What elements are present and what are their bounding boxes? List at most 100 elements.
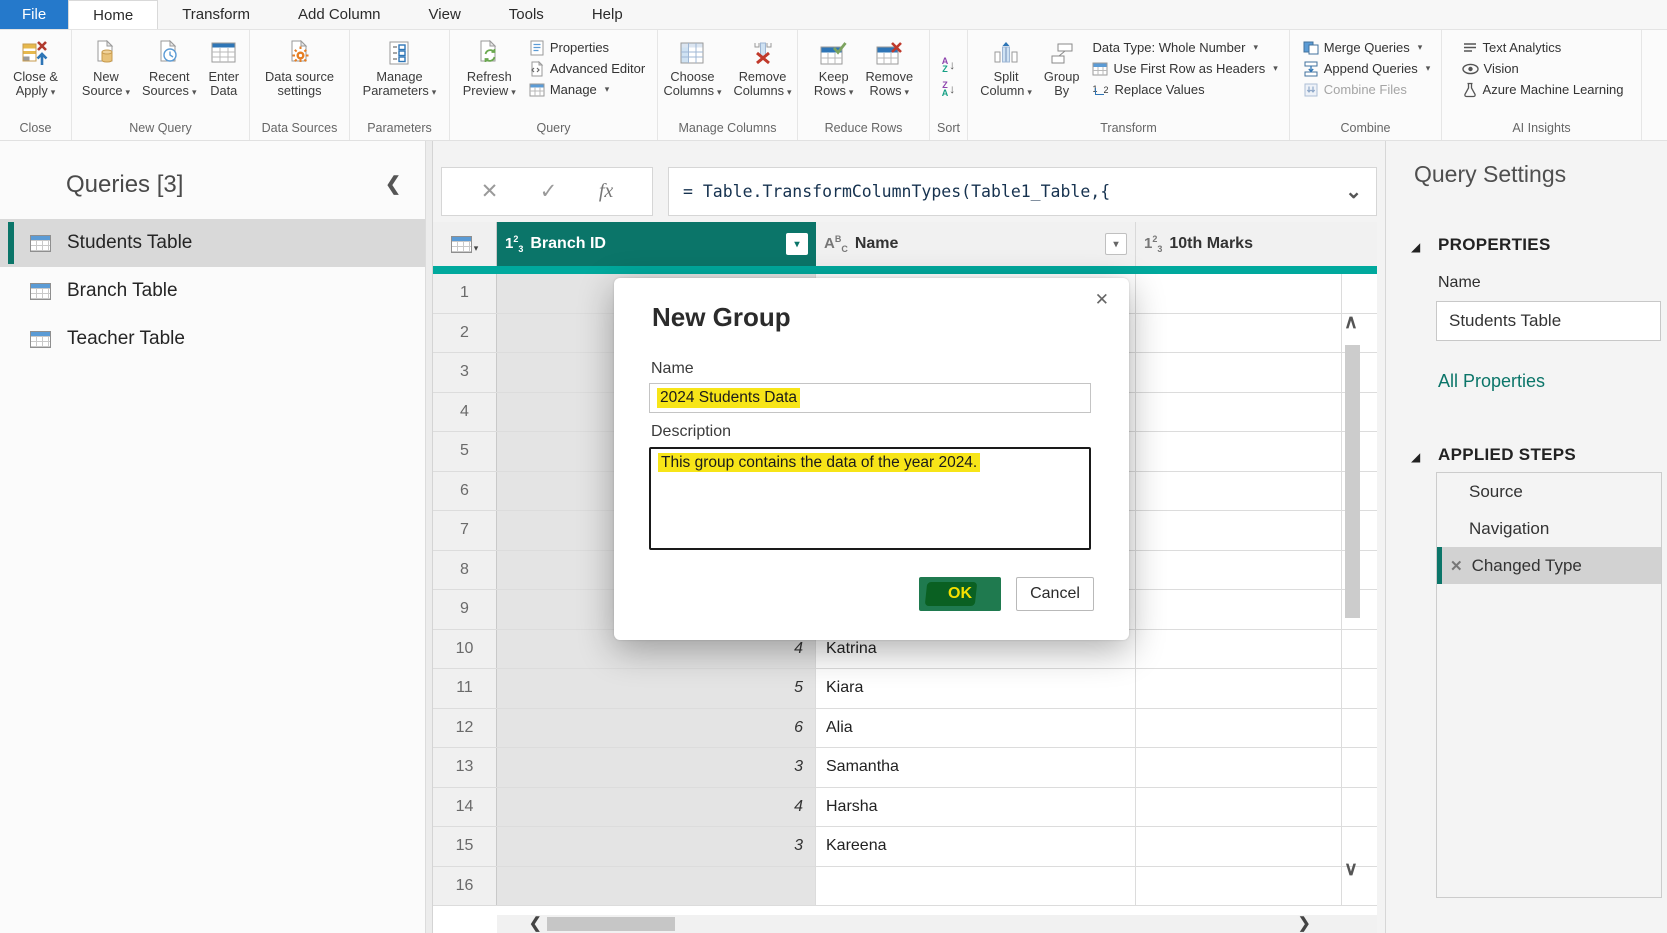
fx-icon[interactable]: fx	[599, 180, 613, 203]
applied-step-changed-type[interactable]: ✕ Changed Type	[1437, 547, 1661, 584]
collapse-queries-pane-icon[interactable]: ❮	[385, 173, 401, 196]
formula-bar[interactable]: = Table.TransformColumnTypes(Table1_Tabl…	[668, 167, 1377, 216]
table-icon	[30, 235, 51, 252]
azure-machine-learning-button[interactable]: Azure Machine Learning	[1462, 81, 1624, 98]
selected-header-underline	[433, 266, 1377, 274]
formula-expand-icon[interactable]: ⌄	[1345, 179, 1362, 204]
use-first-row-as-headers-button[interactable]: Use First Row as Headers	[1092, 60, 1277, 77]
ribbon: Close & Apply Close New Source	[0, 30, 1667, 141]
table-row: 115Kiara	[433, 669, 1377, 709]
remove-rows-icon	[876, 36, 903, 70]
ok-button[interactable]: OK	[919, 577, 1001, 611]
applied-step-source[interactable]: Source	[1437, 473, 1661, 510]
query-settings-pane: Query Settings ◢ PROPERTIES Name All Pro…	[1385, 141, 1667, 933]
properties-section-header[interactable]: PROPERTIES	[1438, 235, 1551, 255]
new-source-icon	[93, 36, 119, 70]
group-name-input[interactable]: 2024 Students Data	[649, 383, 1091, 413]
filter-dropdown-button[interactable]: ▾	[786, 233, 808, 255]
sort-descending-button[interactable]: Z A ↓	[941, 80, 957, 98]
table-icon	[30, 283, 51, 300]
column-header-10th-marks[interactable]: 123 10th Marks	[1136, 222, 1377, 266]
remove-rows-button[interactable]: Remove Rows	[860, 33, 918, 102]
horizontal-scrollbar-thumb[interactable]	[547, 917, 675, 931]
manage-query-icon	[529, 83, 545, 97]
applied-steps-section-header[interactable]: APPLIED STEPS	[1438, 445, 1576, 465]
scroll-right-icon[interactable]: ❯	[1298, 915, 1311, 933]
tab-home[interactable]: Home	[68, 0, 158, 29]
vision-button[interactable]: Vision	[1462, 60, 1624, 77]
ribbon-group-combine: Merge Queries Append Queries Combine Fil…	[1290, 30, 1442, 140]
table-row: 144Harsha	[433, 788, 1377, 828]
split-column-icon	[993, 36, 1019, 70]
dialog-close-icon[interactable]: ✕	[1095, 290, 1109, 310]
query-name-input[interactable]	[1436, 301, 1661, 341]
pane-splitter[interactable]	[425, 141, 433, 933]
remove-columns-button[interactable]: Remove Columns	[729, 33, 797, 102]
manage-parameters-button[interactable]: Manage Parameters	[358, 33, 442, 102]
combine-files-button[interactable]: Combine Files	[1303, 81, 1430, 98]
refresh-preview-button[interactable]: Refresh Preview	[458, 33, 521, 102]
advanced-editor-button[interactable]: Advanced Editor	[529, 60, 645, 77]
cancel-button[interactable]: Cancel	[1016, 577, 1094, 611]
append-queries-icon	[1303, 61, 1319, 77]
tab-file[interactable]: File	[0, 0, 68, 29]
tab-view[interactable]: View	[405, 0, 485, 29]
group-caption-transform: Transform	[968, 121, 1289, 140]
column-header-name[interactable]: ABC Name ▾	[816, 222, 1136, 266]
query-item-teacher-table[interactable]: Teacher Table	[0, 315, 425, 363]
group-by-button[interactable]: Group By	[1039, 33, 1085, 101]
horizontal-scrollbar[interactable]: ❮ ❯	[497, 915, 1377, 933]
tab-tools[interactable]: Tools	[485, 0, 568, 29]
formula-cancel-icon[interactable]: ✕	[481, 179, 499, 204]
vision-icon	[1462, 62, 1479, 76]
sort-ascending-button[interactable]: A Z ↓	[941, 56, 957, 74]
ribbon-group-data-sources: Data source settings Data Sources	[250, 30, 350, 140]
column-header-branch-id[interactable]: 123 Branch ID ▾	[497, 222, 816, 266]
group-caption-combine: Combine	[1290, 121, 1441, 140]
recent-sources-button[interactable]: Recent Sources	[137, 33, 201, 102]
filter-dropdown-button[interactable]: ▾	[1105, 233, 1127, 255]
data-source-settings-button[interactable]: Data source settings	[260, 33, 339, 101]
append-queries-button[interactable]: Append Queries	[1303, 60, 1430, 77]
group-caption-query: Query	[450, 121, 657, 140]
group-description-textarea[interactable]: This group contains the data of the year…	[649, 447, 1091, 550]
delete-step-icon[interactable]: ✕	[1450, 557, 1463, 575]
applied-step-navigation[interactable]: Navigation	[1437, 510, 1661, 547]
tab-help[interactable]: Help	[568, 0, 647, 29]
merge-queries-button[interactable]: Merge Queries	[1303, 39, 1430, 56]
group-caption-parameters: Parameters	[350, 121, 449, 140]
keep-rows-icon	[820, 36, 847, 70]
tab-transform[interactable]: Transform	[158, 0, 274, 29]
select-all-corner-button[interactable]: ▾	[433, 222, 497, 266]
remove-columns-icon	[750, 36, 776, 70]
scroll-down-icon[interactable]: ∨	[1338, 858, 1364, 881]
tab-add-column[interactable]: Add Column	[274, 0, 405, 29]
formula-check-icon[interactable]: ✓	[540, 179, 558, 204]
ribbon-group-sort: A Z ↓ Z A ↓ Sort	[930, 30, 968, 140]
query-item-branch-table[interactable]: Branch Table	[0, 267, 425, 315]
choose-columns-button[interactable]: Choose Columns	[658, 33, 726, 102]
query-item-students-table[interactable]: Students Table	[0, 219, 425, 267]
enter-data-button[interactable]: Enter Data	[203, 33, 244, 101]
close-and-apply-button[interactable]: Close & Apply	[8, 33, 63, 102]
text-analytics-button[interactable]: Text Analytics	[1462, 39, 1624, 56]
scroll-left-icon[interactable]: ❮	[529, 915, 542, 933]
text-type-icon: ABC	[824, 233, 848, 255]
replace-values-button[interactable]: 1 2 Replace Values	[1092, 81, 1277, 98]
collapse-triangle-icon[interactable]: ◢	[1411, 240, 1420, 254]
vertical-scrollbar-thumb[interactable]	[1345, 345, 1360, 618]
scroll-up-icon[interactable]: ∧	[1338, 311, 1364, 334]
properties-button[interactable]: Properties	[529, 39, 645, 56]
azure-ml-flask-icon	[1462, 82, 1478, 98]
collapse-triangle-icon[interactable]: ◢	[1411, 450, 1420, 464]
split-column-button[interactable]: Split Column	[975, 33, 1037, 102]
formula-text[interactable]: = Table.TransformColumnTypes(Table1_Tabl…	[683, 182, 1345, 201]
use-first-row-icon	[1092, 62, 1108, 76]
enter-data-icon	[210, 36, 237, 70]
new-source-button[interactable]: New Source	[77, 33, 135, 102]
keep-rows-button[interactable]: Keep Rows	[809, 33, 859, 102]
manage-query-button[interactable]: Manage	[529, 81, 645, 98]
all-properties-link[interactable]: All Properties	[1438, 371, 1545, 392]
data-type-button[interactable]: Data Type: Whole Number	[1092, 39, 1277, 56]
ribbon-group-query: Refresh Preview Properties Advanced Edit…	[450, 30, 658, 140]
